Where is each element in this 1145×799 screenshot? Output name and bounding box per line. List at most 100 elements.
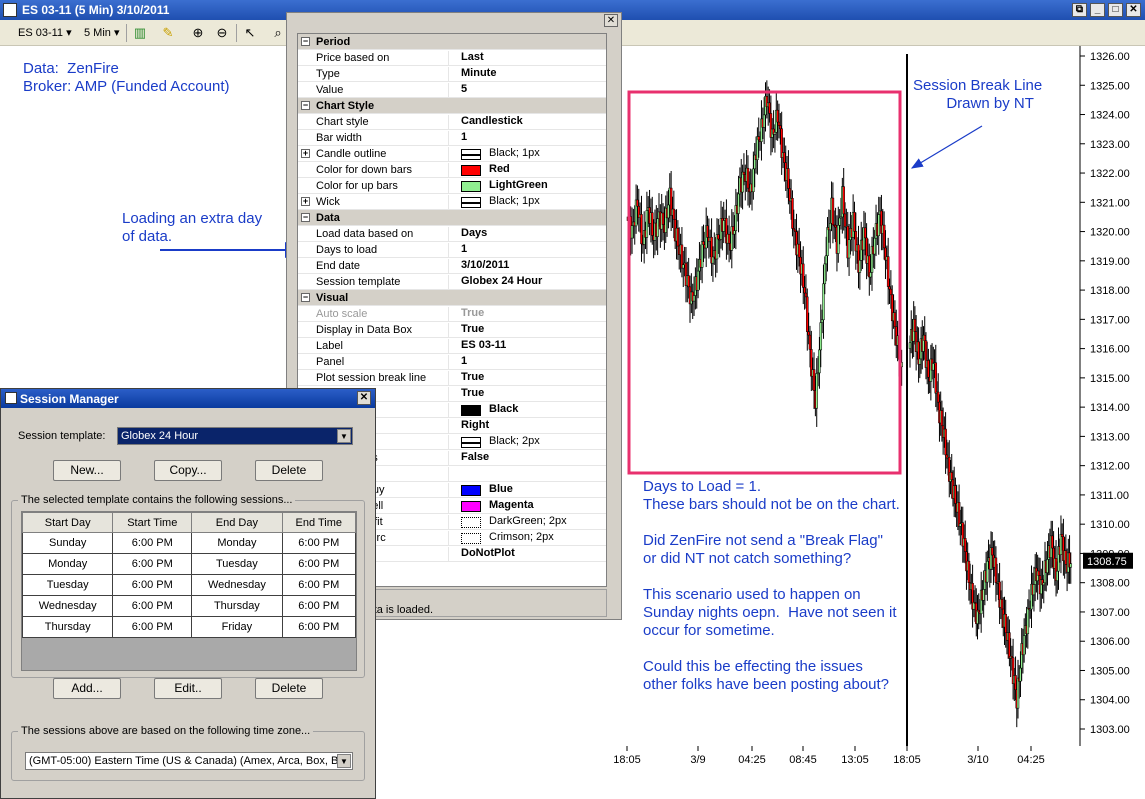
table-row[interactable]: Thursday 6:00 PM Friday 6:00 PM [21, 616, 357, 638]
property-category[interactable]: − Chart Style [298, 98, 606, 114]
column-header[interactable]: Start Time [112, 512, 193, 533]
pencil-icon[interactable]: ✎ [160, 25, 176, 41]
property-value[interactable]: True [448, 307, 606, 322]
restore-button[interactable]: ⧉ [1072, 3, 1087, 17]
collapse-icon[interactable]: − [301, 293, 310, 302]
instrument-selector[interactable]: ES 03-11 ▾ [18, 26, 72, 39]
candle-body [847, 239, 851, 259]
table-row[interactable]: Tuesday 6:00 PM Wednesday 6:00 PM [21, 574, 357, 596]
property-value[interactable]: Days [448, 227, 606, 242]
property-category[interactable]: − Data [298, 210, 606, 226]
property-row[interactable]: End date 3/10/2011 [298, 258, 606, 274]
property-value[interactable]: Black; 1px [448, 147, 606, 162]
property-value[interactable]: 5 [448, 83, 606, 98]
property-value[interactable]: Black; 1px [448, 195, 606, 210]
session-manager-title: Session Manager [20, 392, 119, 406]
property-value[interactable]: Red [448, 163, 606, 178]
property-value[interactable]: Minute [448, 67, 606, 82]
property-row[interactable]: Load data based on Days [298, 226, 606, 242]
property-row[interactable]: Value 5 [298, 82, 606, 98]
property-row[interactable]: + Wick Black; 1px [298, 194, 606, 210]
property-value[interactable]: Black; 2px [448, 435, 606, 450]
close-icon[interactable]: ✕ [604, 14, 618, 27]
property-category[interactable]: − Period [298, 34, 606, 50]
extra-day-note: Loading an extra day of data. [122, 210, 263, 245]
add-button[interactable]: Add... [53, 678, 121, 699]
y-tick-label: 1313.00 [1090, 431, 1130, 443]
property-value[interactable]: 1 [448, 131, 606, 146]
property-value[interactable]: Crimson; 2px [448, 531, 606, 546]
property-value[interactable]: True [448, 323, 606, 338]
period-selector[interactable]: 5 Min ▾ [84, 26, 120, 39]
collapse-icon[interactable]: − [301, 101, 310, 110]
candle-body [692, 295, 696, 302]
property-row[interactable]: Type Minute [298, 66, 606, 82]
close-button[interactable]: ✕ [1126, 3, 1141, 17]
candle-body [888, 286, 891, 290]
property-row[interactable]: Days to load 1 [298, 242, 606, 258]
property-row[interactable]: Color for down bars Red [298, 162, 606, 178]
table-row[interactable]: Monday 6:00 PM Tuesday 6:00 PM [21, 553, 357, 575]
property-row[interactable]: Panel 1 [298, 354, 606, 370]
property-row[interactable]: Price based on Last [298, 50, 606, 66]
property-row[interactable]: Chart style Candlestick [298, 114, 606, 130]
chevron-down-icon[interactable]: ▼ [337, 754, 351, 768]
property-value[interactable]: Magenta [448, 499, 606, 514]
edit-button[interactable]: Edit.. [154, 678, 222, 699]
search-icon[interactable]: ⌕ [270, 25, 286, 41]
property-value[interactable]: Globex 24 Hour [448, 275, 606, 290]
collapse-icon[interactable]: − [301, 37, 310, 46]
property-value[interactable]: Right [448, 419, 606, 434]
delete-button[interactable]: Delete [255, 460, 323, 481]
property-value[interactable]: Candlestick [448, 115, 606, 130]
column-header[interactable]: End Time [281, 512, 357, 533]
template-select[interactable]: Globex 24 Hour ▼ [117, 427, 353, 445]
property-row[interactable]: Plot session break line True [298, 370, 606, 386]
property-value[interactable]: Black [448, 403, 606, 418]
bar-style-icon[interactable]: ▥ [132, 25, 148, 41]
property-value[interactable]: ES 03-11 [448, 339, 606, 354]
pointer-icon[interactable]: ↖ [242, 25, 258, 41]
collapse-icon[interactable]: − [301, 213, 310, 222]
table-row[interactable]: Sunday 6:00 PM Monday 6:00 PM [21, 532, 357, 554]
property-value[interactable]: False [448, 451, 606, 466]
candle-body [1008, 632, 1011, 659]
property-value[interactable]: LightGreen [448, 179, 606, 194]
column-header[interactable]: Start Day [21, 512, 114, 533]
property-value[interactable]: 1 [448, 355, 606, 370]
property-value[interactable]: True [448, 371, 606, 386]
property-row[interactable]: Color for up bars LightGreen [298, 178, 606, 194]
property-row[interactable]: Label ES 03-11 [298, 338, 606, 354]
new-button[interactable]: New... [53, 460, 121, 481]
property-value[interactable]: 3/10/2011 [448, 259, 606, 274]
expand-icon[interactable]: + [301, 197, 310, 206]
property-row[interactable]: Session template Globex 24 Hour [298, 274, 606, 290]
timezone-select[interactable]: (GMT-05:00) Eastern Time (US & Canada) (… [25, 752, 353, 770]
property-value[interactable]: Last [448, 51, 606, 66]
property-value[interactable]: Blue [448, 483, 606, 498]
property-value[interactable]: 1 [448, 243, 606, 258]
property-category[interactable]: − Visual [298, 290, 606, 306]
maximize-button[interactable]: □ [1108, 3, 1123, 17]
property-row[interactable]: + Candle outline Black; 1px [298, 146, 606, 162]
candle-body [1019, 667, 1022, 682]
property-value[interactable]: DarkGreen; 2px [448, 515, 606, 530]
property-row[interactable]: Auto scale True [298, 306, 606, 322]
property-row[interactable]: Bar width 1 [298, 130, 606, 146]
color-swatch [461, 485, 481, 496]
delete-session-button[interactable]: Delete [255, 678, 323, 699]
property-value[interactable] [448, 467, 606, 482]
candle-body [822, 283, 825, 321]
zoom-out-icon[interactable]: ⊖ [214, 25, 230, 41]
expand-icon[interactable]: + [301, 149, 310, 158]
minimize-button[interactable]: _ [1090, 3, 1105, 17]
table-row[interactable]: Wednesday 6:00 PM Thursday 6:00 PM [21, 595, 357, 617]
chevron-down-icon[interactable]: ▼ [337, 429, 351, 443]
property-row[interactable]: Display in Data Box True [298, 322, 606, 338]
close-icon[interactable]: ✕ [357, 391, 371, 405]
copy-button[interactable]: Copy... [154, 460, 222, 481]
property-value[interactable]: True [448, 387, 606, 402]
zoom-in-icon[interactable]: ⊕ [190, 25, 206, 41]
property-value[interactable]: DoNotPlot [448, 547, 606, 562]
column-header[interactable]: End Day [191, 512, 283, 533]
